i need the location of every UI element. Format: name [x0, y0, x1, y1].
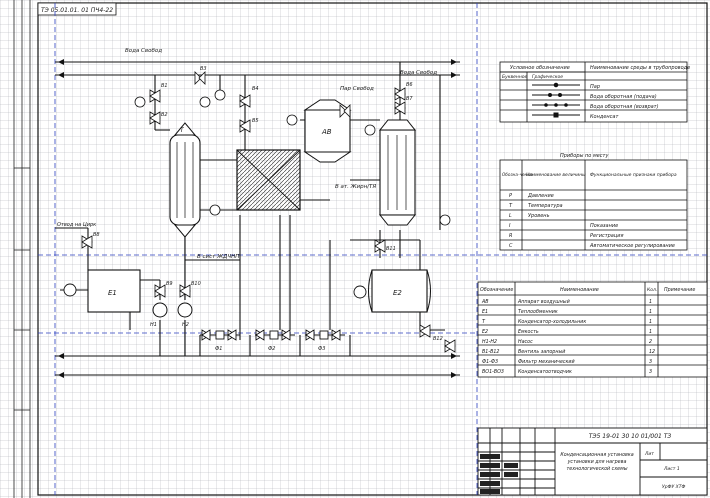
- svg-text:В3: В3: [200, 66, 207, 72]
- steam-line-label-2: Вода Свобод: [400, 70, 437, 76]
- svg-text:3: 3: [649, 359, 652, 365]
- svg-text:P: P: [509, 193, 512, 199]
- svg-text:ВО1-ВО3: ВО1-ВО3: [482, 369, 504, 375]
- svg-text:1: 1: [649, 319, 652, 325]
- svg-text:АВ: АВ: [481, 299, 489, 305]
- legend-lines-h1b: Буквенное: [502, 74, 528, 80]
- top-stamp-text: ТЭ 05.01.01. 01 ПЧ4-22: [41, 7, 113, 14]
- filter-2-label: Ф2: [268, 346, 276, 352]
- svg-text:В10: В10: [191, 281, 201, 287]
- title-org: УрФУ ХТФ: [662, 484, 685, 490]
- column-t: Т: [169, 122, 201, 238]
- svg-text:В12: В12: [433, 336, 443, 342]
- drawing-sheet: ТЭ 05.01.01. 01 ПЧ4-22 Вода Свобод Пар С…: [0, 0, 710, 498]
- legend-lines-h1a: Графическое: [532, 74, 563, 80]
- legend-lines-row-1: Вода оборотная (подача): [590, 94, 657, 100]
- title-line-3: технологической схемы: [566, 466, 627, 472]
- tank-e1-label: Е1: [108, 289, 117, 297]
- filter-3-label: Ф3: [318, 346, 326, 352]
- air-cooler-ab-label: АВ: [321, 128, 332, 136]
- spec-h-name: Наименование: [560, 287, 599, 293]
- svg-text:Е1: Е1: [482, 309, 488, 315]
- svg-text:R: R: [509, 233, 512, 239]
- svg-text:1: 1: [649, 309, 652, 315]
- legend-lines-h1: Условное обозначение: [510, 65, 570, 71]
- title-lit: Лит: [644, 451, 654, 457]
- svg-text:В9: В9: [166, 281, 173, 287]
- svg-text:Фильтр механический: Фильтр механический: [518, 359, 575, 365]
- shell-tube-exchanger: [378, 119, 417, 226]
- svg-text:В1: В1: [161, 83, 168, 89]
- legend-lines-table: [499, 61, 688, 123]
- legend-instruments-title: Приборы по месту: [560, 153, 609, 159]
- title-line-2: установки для нагрева: [567, 460, 627, 465]
- legend-lines-h2: Наименование среды в трубопроводе: [590, 65, 690, 71]
- svg-text:В4: В4: [252, 86, 259, 92]
- spec-table: [477, 281, 708, 378]
- svg-text:Автоматическое регулирование: Автоматическое регулирование: [589, 243, 675, 249]
- water-line-label: Вода Свобод: [125, 48, 162, 54]
- svg-text:C: C: [509, 243, 513, 249]
- svg-text:2: 2: [649, 339, 652, 345]
- svg-text:Конденсатоотводчик: Конденсатоотводчик: [518, 369, 572, 375]
- legend-lines-row-2: Вода оборотная (возврат): [590, 104, 659, 110]
- svg-text:В2: В2: [161, 112, 168, 118]
- svg-text:Н1: Н1: [150, 322, 157, 328]
- svg-text:Показание: Показание: [590, 223, 618, 229]
- svg-text:Аппарат воздушный: Аппарат воздушный: [517, 299, 570, 305]
- svg-text:В7: В7: [406, 96, 413, 102]
- svg-text:Регистрация: Регистрация: [590, 233, 624, 239]
- title-line-1: Конденсационная установка: [560, 452, 633, 458]
- svg-text:Конденсатор-холодильник: Конденсатор-холодильник: [518, 319, 586, 325]
- svg-text:В6: В6: [406, 82, 413, 88]
- legend-lines-row-3: Конденсат: [590, 114, 619, 120]
- pump-line-label: В сист ЖДЧНП: [197, 254, 239, 260]
- svg-text:Уровень: Уровень: [528, 213, 550, 219]
- steam-line-label-1: Пар Свобод: [340, 86, 374, 92]
- svg-text:Теплообменник: Теплообменник: [518, 309, 558, 315]
- svg-text:Емкость: Емкость: [518, 329, 539, 335]
- heat-exchanger-k: [236, 149, 301, 211]
- svg-text:Давление: Давление: [527, 193, 554, 199]
- svg-text:В11: В11: [386, 246, 396, 252]
- svg-text:Н1-Н2: Н1-Н2: [482, 339, 497, 345]
- svg-text:3: 3: [649, 369, 652, 375]
- legend-lines-row-0: Пар: [590, 84, 600, 90]
- svg-text:В8: В8: [93, 232, 100, 238]
- legend-instruments-h3: Функциональные признаки прибора: [590, 172, 677, 178]
- svg-text:1: 1: [649, 299, 652, 305]
- connection-label: Отвод на Цирк: [57, 222, 96, 228]
- svg-text:Н2: Н2: [182, 322, 189, 328]
- svg-text:В1-В12: В1-В12: [482, 349, 499, 355]
- svg-text:1: 1: [649, 329, 652, 335]
- svg-text:12: 12: [649, 349, 655, 355]
- svg-text:Е2: Е2: [482, 329, 488, 335]
- svg-text:Насос: Насос: [518, 339, 533, 345]
- tank-e2-label: Е2: [393, 289, 402, 297]
- spec-h-pos: Обозначение: [480, 287, 513, 293]
- product-line-label: В ат. Жирн/ТЯ: [335, 184, 376, 190]
- svg-text:Ф1-Ф3: Ф1-Ф3: [482, 359, 498, 365]
- svg-text:В5: В5: [252, 118, 259, 124]
- svg-text:Температура: Температура: [528, 203, 563, 209]
- svg-text:L: L: [509, 213, 512, 219]
- spec-h-note: Примечание: [664, 287, 695, 293]
- legend-instruments-h2: Наименование величины: [526, 172, 586, 178]
- spec-h-qty: Кол.: [647, 287, 657, 293]
- title-doc-code: ТЭ5 19-01 30 10 01/001 ТЗ: [589, 433, 672, 440]
- svg-text:Вентиль запорный: Вентиль запорный: [518, 349, 565, 355]
- bottom-valve-groups: [200, 329, 345, 341]
- filter-1-label: Ф1: [215, 346, 223, 352]
- title-sheet: Лист 1: [663, 466, 680, 472]
